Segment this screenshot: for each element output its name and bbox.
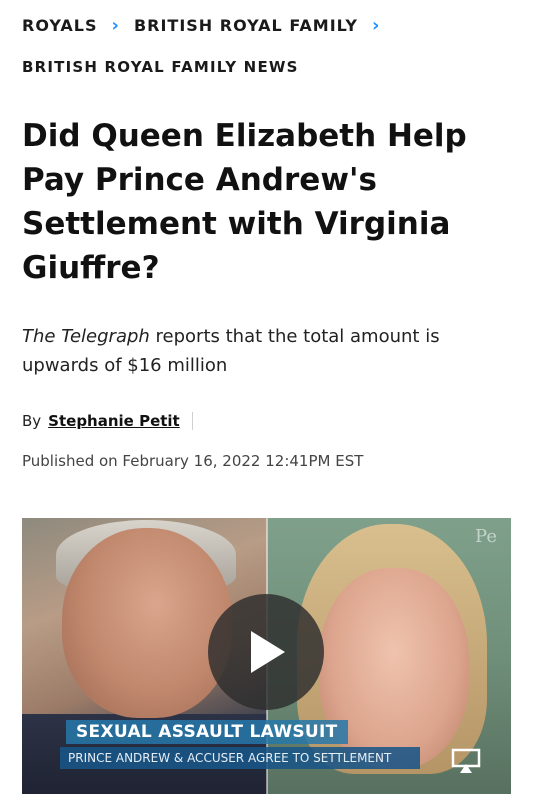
article-title: Did Queen Elizabeth Help Pay Prince Andr… <box>22 118 467 286</box>
airplay-icon[interactable] <box>451 748 481 774</box>
author-link[interactable]: Stephanie Petit <box>48 412 180 430</box>
breadcrumb-royals[interactable]: ROYALS <box>22 16 98 35</box>
article-dek: The Telegraph reports that the total amo… <box>22 322 492 380</box>
lower-third-subtitle: PRINCE ANDREW & ACCUSER AGREE TO SETTLEM… <box>60 747 420 769</box>
breadcrumb-british-royal-family[interactable]: BRITISH ROYAL FAMILY <box>134 16 358 35</box>
dek-source: The Telegraph <box>22 326 150 347</box>
byline-divider <box>191 412 193 430</box>
published-date: Published on February 16, 2022 12:41PM E… <box>22 452 364 470</box>
section-label[interactable]: BRITISH ROYAL FAMILY NEWS <box>22 58 299 76</box>
chevron-right-icon: › <box>111 14 120 36</box>
chevron-right-icon: › <box>371 14 381 36</box>
byline: By Stephanie Petit <box>22 412 193 430</box>
article-page: ROYALS › BRITISH ROYAL FAMILY › BRITISH … <box>0 0 533 810</box>
play-button[interactable] <box>208 594 324 710</box>
breadcrumb: ROYALS › BRITISH ROYAL FAMILY › <box>22 12 380 38</box>
lower-third: SEXUAL ASSAULT LAWSUIT PRINCE ANDREW & A… <box>60 720 420 769</box>
play-icon <box>251 631 285 673</box>
video-player[interactable]: Pe SEXUAL ASSAULT LAWSUIT PRINCE ANDREW … <box>22 518 511 794</box>
watermark-logo: Pe <box>475 526 497 547</box>
lower-third-title: SEXUAL ASSAULT LAWSUIT <box>66 720 348 744</box>
byline-prefix: By <box>22 412 42 430</box>
